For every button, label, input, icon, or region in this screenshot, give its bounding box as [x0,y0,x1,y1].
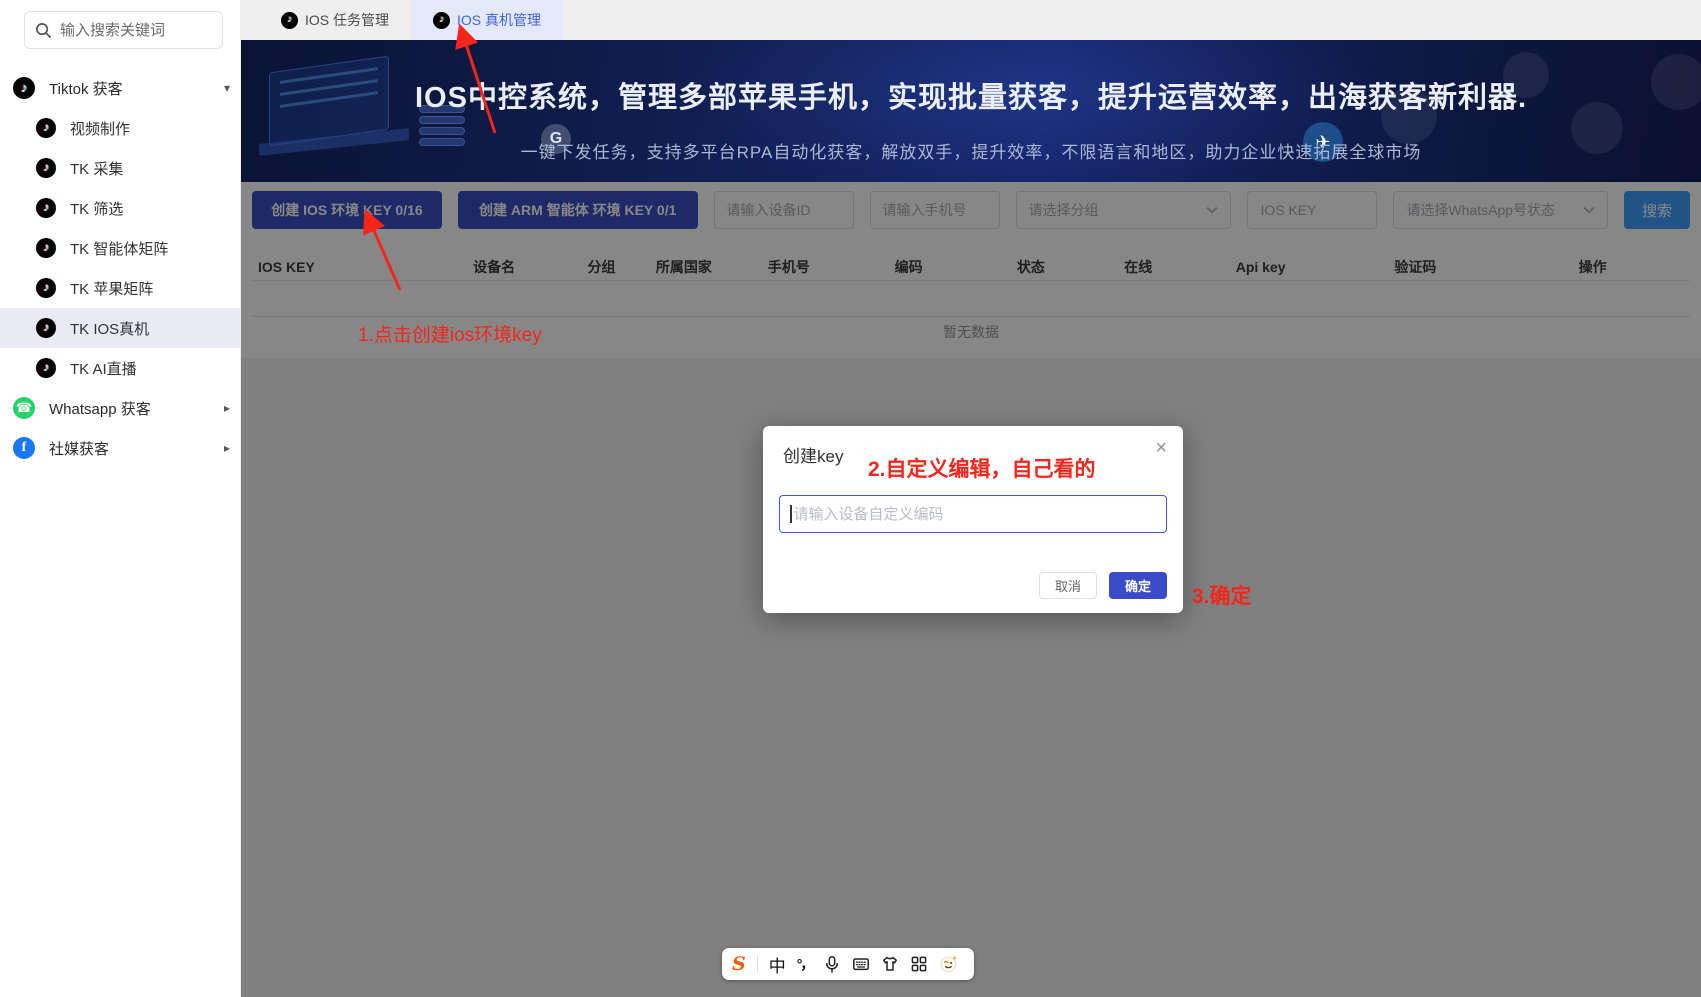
emoji-face-icon[interactable] [939,954,959,974]
sidebar-item-tiktok-group[interactable]: ♪ Tiktok 获客 ▾ [0,68,240,108]
tiktok-icon: ♪ [281,12,298,29]
chevron-down-icon[interactable]: ▾ [224,81,230,95]
facebook-icon: f [13,437,35,459]
sidebar-item-tk-apple-matrix[interactable]: ♪ TK 苹果矩阵 [0,268,240,308]
apps-grid-icon[interactable] [910,955,928,973]
sidebar-search[interactable] [24,11,223,49]
chevron-right-icon[interactable]: ▸ [224,401,230,415]
sidebar-menu: ♪ Tiktok 获客 ▾ ♪ 视频制作 ♪ TK 采集 ♪ TK 筛选 ♪ T… [0,68,240,468]
tiktok-icon: ♪ [36,198,56,218]
punctuation-icon[interactable]: °， [797,954,813,974]
sogou-logo-icon[interactable]: S [732,953,746,975]
annotation-step1: 1.点击创建ios环境key [358,320,542,347]
annotation-arrow-create-key [352,205,412,295]
tiktok-icon: ♪ [36,158,56,178]
banner-subtitle: 一键下发任务，支持多平台RPA自动化获客，解放双手，提升效率，不限语言和地区，助… [241,138,1701,163]
tab-ios-task-manage[interactable]: ♪ IOS 任务管理 [259,0,411,40]
text-cursor [790,505,792,523]
sidebar-item-tk-agent-matrix[interactable]: ♪ TK 智能体矩阵 [0,228,240,268]
tiktok-icon: ♪ [36,118,56,138]
ime-toolbar: S 中 °， [722,948,974,980]
sidebar-item-video-create[interactable]: ♪ 视频制作 [0,108,240,148]
close-icon[interactable]: × [1155,438,1167,458]
chevron-right-icon[interactable]: ▸ [224,441,230,455]
sidebar-item-tk-ai-live[interactable]: ♪ TK AI直播 [0,348,240,388]
cancel-button[interactable]: 取消 [1039,572,1097,599]
tiktok-icon: ♪ [13,77,35,99]
skin-tshirt-icon[interactable] [881,955,899,973]
confirm-button[interactable]: 确定 [1109,572,1167,599]
divider [757,955,758,973]
tiktok-icon: ♪ [36,278,56,298]
sidebar-item-tk-collect[interactable]: ♪ TK 采集 [0,148,240,188]
modal-footer: 取消 确定 [1039,572,1167,599]
modal-title: 创建key [783,442,843,467]
sidebar-item-whatsapp-group[interactable]: ☎ Whatsapp 获客 ▸ [0,388,240,428]
tiktok-icon: ♪ [36,358,56,378]
search-input[interactable] [60,22,200,39]
annotation-step2: 2.自定义编辑，自己看的 [868,453,1096,483]
sidebar-item-tk-ios-device[interactable]: ♪ TK IOS真机 [0,308,240,348]
tiktok-icon: ♪ [36,238,56,258]
custom-code-field[interactable] [779,495,1167,533]
search-icon [35,22,52,39]
whatsapp-icon: ☎ [13,397,35,419]
sidebar-item-tk-filter[interactable]: ♪ TK 筛选 [0,188,240,228]
annotation-arrow-tab [440,18,510,138]
sidebar: ♪ Tiktok 获客 ▾ ♪ 视频制作 ♪ TK 采集 ♪ TK 筛选 ♪ T… [0,0,241,997]
custom-code-input[interactable] [794,506,1157,523]
keyboard-icon[interactable] [852,955,870,973]
tiktok-icon: ♪ [36,318,56,338]
chinese-mode-icon[interactable]: 中 [769,952,786,977]
sidebar-item-social-group[interactable]: f 社媒获客 ▸ [0,428,240,468]
annotation-step3: 3.确定 [1192,580,1252,610]
microphone-icon[interactable] [823,955,841,973]
